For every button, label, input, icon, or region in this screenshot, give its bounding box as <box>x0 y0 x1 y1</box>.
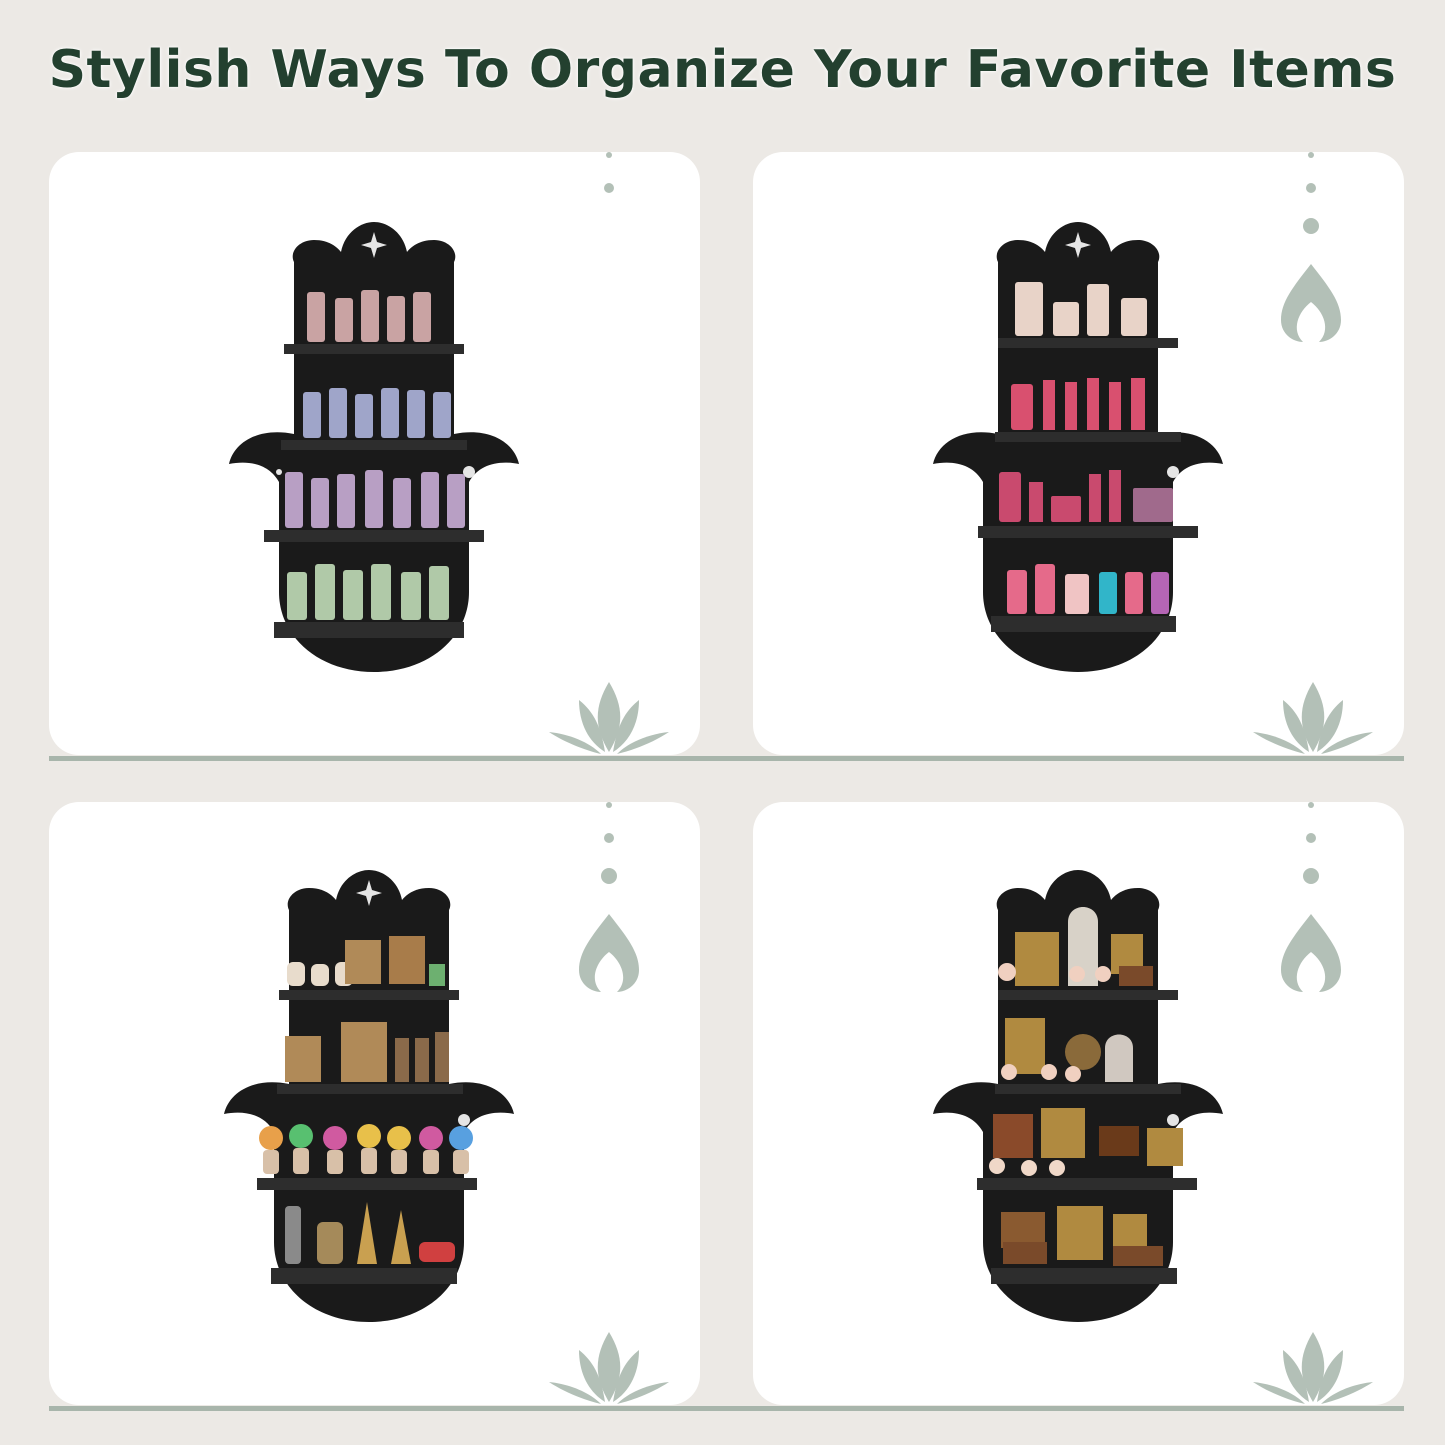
dots-icon <box>1303 802 1319 884</box>
headline: Stylish Ways To Organize Your Favorite I… <box>48 40 1397 100</box>
flame-icon <box>579 914 639 992</box>
divider-line <box>49 756 1404 761</box>
dots-icon <box>604 152 614 193</box>
hamsa-shelf <box>933 870 1223 1322</box>
lotus-icon <box>549 682 669 754</box>
hamsa-shelf <box>224 870 514 1322</box>
lotus-icon <box>1253 682 1373 754</box>
hamsa-shelf <box>933 222 1223 672</box>
product-panel-figurines <box>49 802 700 1405</box>
flame-icon <box>1281 914 1341 992</box>
dots-icon <box>601 802 617 884</box>
dots-icon <box>1303 152 1319 234</box>
lotus-icon <box>1253 1332 1373 1404</box>
flame-icon <box>1281 264 1341 342</box>
lotus-icon <box>549 1332 669 1404</box>
product-panel-curios <box>753 802 1404 1405</box>
hamsa-shelf <box>229 222 519 672</box>
divider-line <box>49 1406 1404 1411</box>
product-panel-makeup <box>753 152 1404 755</box>
product-panel-jars <box>49 152 700 755</box>
